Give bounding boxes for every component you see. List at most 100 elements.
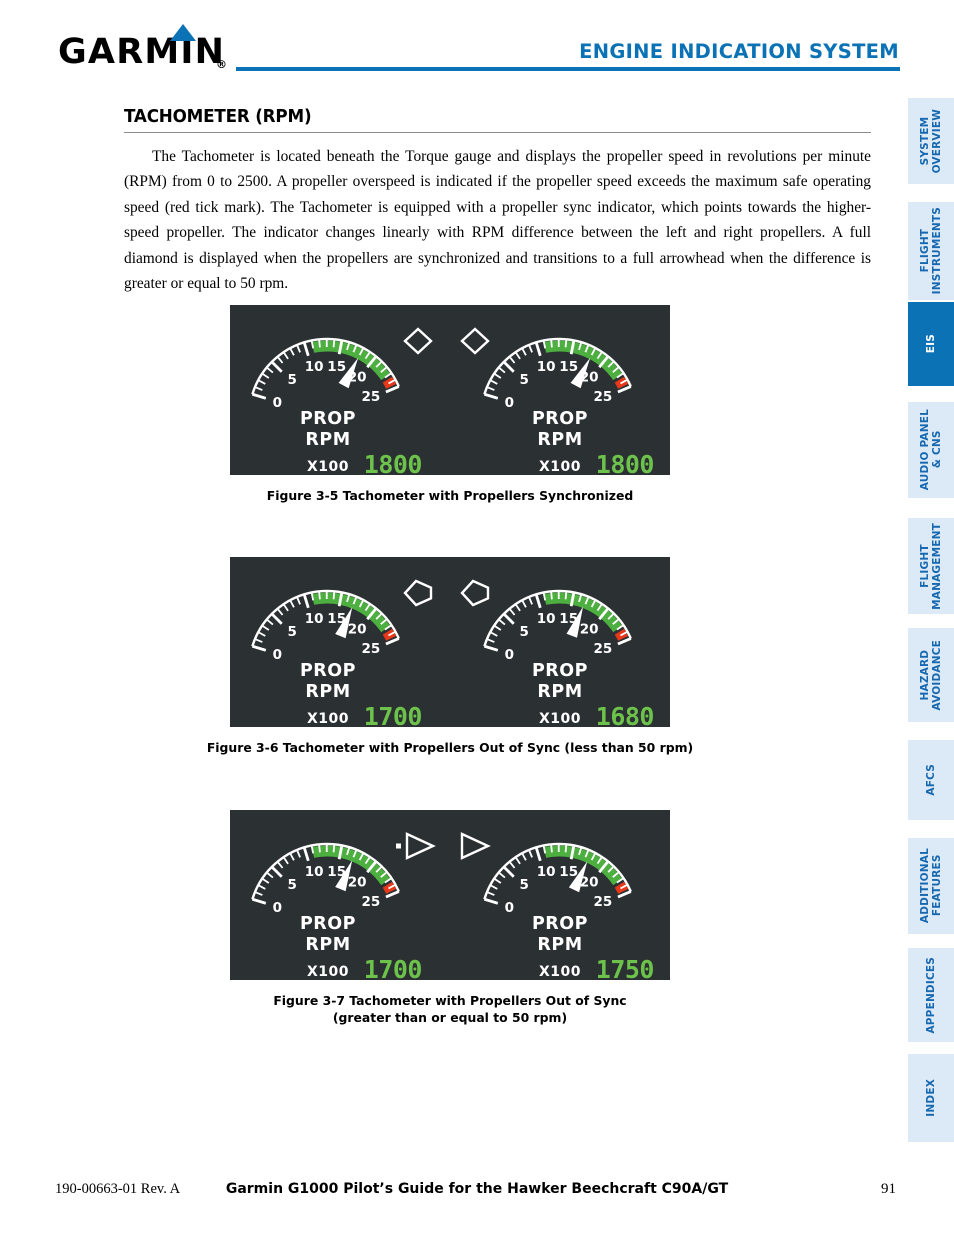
sync-partial-right <box>460 579 490 607</box>
gauge-minor-tick <box>318 591 321 600</box>
sidebar-tab-label: APPENDICES <box>925 956 937 1034</box>
gauge-major-tick <box>270 360 283 373</box>
gauge-tick-label: 10 <box>305 864 324 880</box>
header-rule <box>236 67 900 71</box>
gauge-multiplier-label: X100 <box>539 711 581 727</box>
gauge-minor-tick <box>261 624 270 631</box>
gauge-multiplier-label: X100 <box>539 964 581 980</box>
sidebar-tab-afcs[interactable]: AFCS <box>908 740 954 820</box>
gauge-label-prop: PROP <box>300 914 356 934</box>
gauge-label-prop: PROP <box>300 409 356 429</box>
gauge-label-rpm: RPM <box>305 430 350 450</box>
gauge-multiplier-label: X100 <box>307 964 349 980</box>
gauge-minor-tick <box>332 339 336 348</box>
gauge-minor-tick <box>310 340 315 349</box>
gauge-minor-tick <box>514 856 521 865</box>
garmin-logo: GARMIN ® <box>58 24 233 78</box>
gauge-major-tick <box>534 846 542 862</box>
sidebar-tab-flight-management[interactable]: FLIGHT MANAGEMENT <box>908 518 954 614</box>
gauge-major-tick <box>251 897 267 905</box>
sidebar-tab-label: EIS <box>925 334 937 354</box>
gauge-label-prop: PROP <box>532 409 588 429</box>
gauge-tick-label: 25 <box>594 389 613 405</box>
gauge-minor-tick <box>550 844 553 853</box>
gauge-major-tick <box>270 865 283 878</box>
sidebar-tab-system-overview[interactable]: SYSTEM OVERVIEW <box>908 98 954 184</box>
gauge-minor-tick <box>486 638 495 643</box>
gauge-digital-readout: 1750 <box>596 955 654 980</box>
sidebar-tab-index[interactable]: INDEX <box>908 1054 954 1142</box>
sidebar-tab-eis[interactable]: EIS <box>908 302 954 386</box>
gauge-minor-tick <box>521 852 527 861</box>
gauge-minor-tick <box>266 871 274 879</box>
gauge-minor-tick <box>332 591 336 600</box>
gauge-tick-label: 5 <box>519 624 528 640</box>
gauge-minor-tick <box>542 592 547 601</box>
gauge-tick-label: 5 <box>287 877 296 893</box>
gauge-tick-label: 20 <box>348 621 367 637</box>
figure-3-7: 0 5 10 15 20 25 PROP RPM X100 1700 0 5 10 15 20 25 PROP R… <box>0 810 900 1026</box>
gauge-tick-label: 5 <box>287 372 296 388</box>
prop-sync-indicator-arrow <box>396 832 491 860</box>
gauge-major-tick <box>302 341 310 357</box>
gauge-major-tick <box>251 392 267 400</box>
sidebar-tab-hazard-avoidance[interactable]: HAZARD AVOIDANCE <box>908 628 954 722</box>
footer-title: Garmin G1000 Pilot’s Guide for the Hawke… <box>225 1181 729 1197</box>
gauge-tick-label: 25 <box>362 389 381 405</box>
gauge-tick-label: 0 <box>505 395 514 411</box>
gauge-major-tick <box>302 593 310 609</box>
gauge-minor-tick <box>550 591 553 600</box>
gauge-minor-tick <box>276 356 284 364</box>
caption-line: Figure 3-7 Tachometer with Propellers Ou… <box>273 993 627 1008</box>
gauge-minor-tick <box>254 891 263 896</box>
sidebar-tab-audio-panel-cns[interactable]: AUDIO PANEL & CNS <box>908 402 954 498</box>
gauge-minor-tick <box>498 871 506 879</box>
gauge-minor-tick <box>528 596 533 605</box>
prop-sync-indicator-partial <box>403 579 490 607</box>
gauge-minor-tick <box>564 844 568 853</box>
figure-3-5-caption: Figure 3-5 Tachometer with Propellers Sy… <box>0 487 900 504</box>
gauge-minor-tick <box>332 844 336 853</box>
gauge-minor-tick <box>276 608 284 616</box>
prop-sync-indicator-wrap <box>385 824 515 870</box>
gauge-tick-label: 15 <box>559 359 578 375</box>
gauge-minor-tick <box>261 877 270 884</box>
garmin-triangle-icon <box>170 24 196 41</box>
sidebar-tab-label: AFCS <box>925 764 937 796</box>
gauge-minor-tick <box>486 386 495 391</box>
figure-3-5: 0 5 10 15 20 25 PROP RPM X100 1800 0 5 10 15 20 25 PROP R… <box>0 305 900 504</box>
gauge-digital-readout: 1800 <box>596 450 654 475</box>
gauge-minor-tick <box>289 852 295 861</box>
sidebar-tab-label: INDEX <box>925 1079 937 1117</box>
sidebar-tab-additional-features[interactable]: ADDITIONAL FEATURES <box>908 838 954 934</box>
gauge-tick-label: 5 <box>519 372 528 388</box>
gauge-minor-tick <box>521 347 527 356</box>
gauge-minor-tick <box>266 618 274 626</box>
gauge-minor-tick <box>310 592 315 601</box>
gauge-label-rpm: RPM <box>305 935 350 955</box>
sidebar-tab-label: FLIGHT INSTRUMENTS <box>919 207 943 295</box>
gauge-label-prop: PROP <box>532 914 588 934</box>
figure-3-5-panel: 0 5 10 15 20 25 PROP RPM X100 1800 0 5 10 15 20 25 PROP R… <box>230 305 670 475</box>
gauge-minor-tick <box>257 379 266 385</box>
gauge-label-prop: PROP <box>300 661 356 681</box>
page-header: GARMIN ® ENGINE INDICATION SYSTEM <box>0 0 954 96</box>
gauge-multiplier-label: X100 <box>307 459 349 475</box>
gauge-minor-tick <box>257 884 266 890</box>
sidebar-tab-appendices[interactable]: APPENDICES <box>908 948 954 1042</box>
gauge-digital-readout: 1700 <box>364 955 422 980</box>
gauge-major-tick <box>302 846 310 862</box>
gauge-minor-tick <box>493 372 502 379</box>
gauge-minor-tick <box>550 339 553 348</box>
gauge-minor-tick <box>521 599 527 608</box>
gauge-minor-tick <box>493 624 502 631</box>
gauge-tick-label: 0 <box>273 900 282 916</box>
sidebar-tab-label: AUDIO PANEL & CNS <box>919 409 943 491</box>
figure-3-6: 0 5 10 15 20 25 PROP RPM X100 1700 0 5 10 15 20 25 PROP R… <box>0 557 900 756</box>
gauge-label-rpm: RPM <box>537 682 582 702</box>
gauge-tick-label: 0 <box>505 900 514 916</box>
sidebar-tab-label: SYSTEM OVERVIEW <box>919 108 943 174</box>
sidebar-tab-flight-instruments[interactable]: FLIGHT INSTRUMENTS <box>908 202 954 300</box>
gauge-tick-label: 20 <box>580 621 599 637</box>
gauge-tick-label: 10 <box>537 359 556 375</box>
